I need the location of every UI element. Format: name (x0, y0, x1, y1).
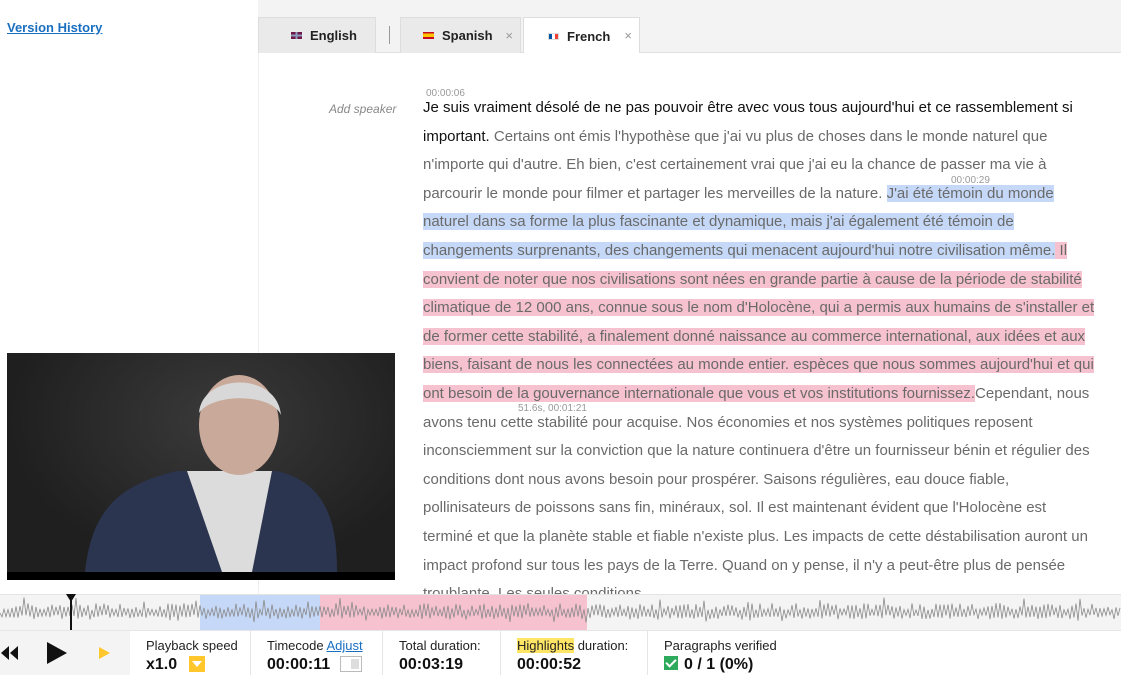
next-highlight-icon[interactable] (97, 646, 111, 660)
segment-rest: Cependant, nous avons tenu cette stabili… (423, 384, 1090, 595)
waveform-trace (0, 597, 1121, 623)
highlights-duration-panel: Highlights duration: 00:00:52 (501, 631, 648, 675)
tab-french-label: French (567, 28, 611, 44)
uk-flag-icon (291, 32, 302, 39)
speed-dropdown-icon[interactable] (189, 655, 206, 672)
playback-speed-panel: Playback speed x1.0 (130, 631, 251, 675)
france-flag-icon (548, 32, 559, 40)
paragraphs-verified-panel: Paragraphs verified 0 / 1 (0%) (648, 631, 1121, 675)
spain-flag-icon (423, 32, 434, 39)
total-duration-panel: Total duration: 00:03:19 (383, 631, 501, 675)
playback-controls: Playback speed x1.0 Timecode Adjust 00:0… (0, 630, 1121, 675)
video-bottom-bar (7, 572, 395, 580)
verified-check-icon[interactable] (664, 655, 678, 670)
adjust-timecode-link[interactable]: Adjust (327, 638, 363, 653)
highlights-duration-value: 00:00:52 (517, 656, 582, 673)
highlights-duration-label: duration: (574, 638, 629, 653)
tab-separator (389, 26, 390, 44)
playback-speed-value: x1.0 (146, 656, 178, 673)
playback-speed-label: Playback speed (146, 638, 238, 653)
tab-spanish-label: Spanish (442, 28, 493, 43)
add-speaker-button[interactable]: Add speaker (329, 102, 396, 116)
timecode-label: Timecode (267, 638, 324, 653)
timecode-toggle[interactable] (340, 655, 363, 672)
total-duration-label: Total duration: (399, 638, 481, 653)
version-history-link[interactable]: Version History (7, 20, 102, 35)
tab-english-label: English (310, 28, 357, 43)
highlights-word: Highlights (517, 638, 575, 653)
tab-english[interactable]: English (258, 17, 376, 53)
transcript-paragraph[interactable]: Je suis vraiment désolé de ne pas pouvoi… (423, 94, 1099, 595)
play-icon[interactable] (45, 641, 69, 665)
highlight-pink-segment[interactable]: Il convient de noter que nos civilisatio… (423, 241, 1095, 402)
tab-french[interactable]: French × (523, 17, 640, 54)
language-tab-bar: English Spanish × French × (258, 0, 1121, 54)
paragraphs-verified-value: 0 / 1 (0%) (684, 656, 754, 673)
playhead-marker[interactable] (66, 594, 76, 630)
close-spanish-tab-icon[interactable]: × (505, 28, 513, 43)
speaker-video-image (85, 375, 337, 572)
paragraphs-verified-label: Paragraphs verified (664, 638, 777, 653)
timecode-panel: Timecode Adjust 00:00:11 (251, 631, 383, 675)
video-player[interactable] (7, 353, 395, 580)
audio-waveform[interactable] (0, 594, 1121, 631)
total-duration-value: 00:03:19 (399, 656, 464, 673)
close-french-tab-icon[interactable]: × (624, 28, 632, 43)
rewind-icon[interactable] (0, 645, 20, 661)
timecode-value: 00:00:11 (267, 656, 331, 673)
tab-spanish[interactable]: Spanish × (400, 17, 521, 53)
